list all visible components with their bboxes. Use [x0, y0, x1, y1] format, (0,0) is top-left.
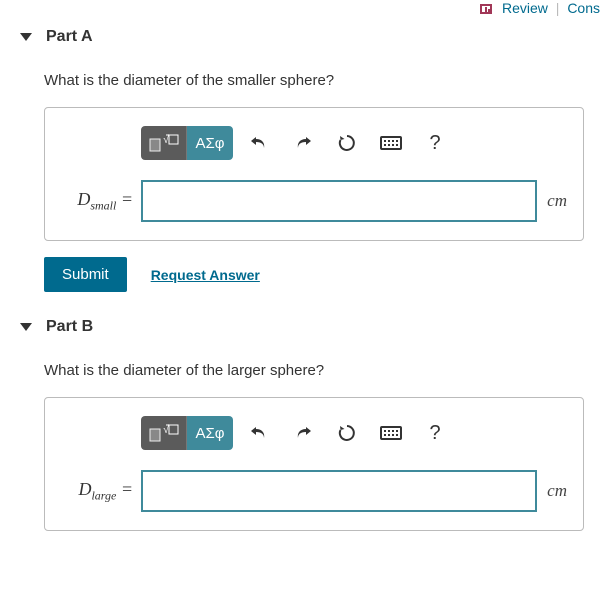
redo-icon — [293, 424, 313, 442]
part-title: Part B — [46, 318, 93, 336]
unit-label: cm — [547, 191, 567, 211]
greek-button[interactable]: ΑΣφ — [187, 126, 233, 160]
part-b-header[interactable]: Part B — [0, 312, 610, 342]
part-b-body: What is the diameter of the larger spher… — [0, 342, 610, 537]
undo-icon — [249, 424, 269, 442]
variable-label: Dlarge = — [61, 479, 133, 504]
part-a-body: What is the diameter of the smaller sphe… — [0, 52, 610, 312]
template-icon: √ — [149, 423, 179, 443]
redo-button[interactable] — [283, 126, 323, 160]
caret-down-icon — [20, 323, 32, 331]
template-button[interactable]: √ — [141, 416, 187, 450]
template-group: √ ΑΣφ — [141, 416, 233, 450]
part-a-header[interactable]: Part A — [0, 22, 610, 52]
answer-box: √ ΑΣφ ? Dsmall = — [44, 107, 584, 241]
reset-button[interactable] — [327, 126, 367, 160]
separator: | — [556, 0, 560, 16]
greek-button[interactable]: ΑΣφ — [187, 416, 233, 450]
keyboard-button[interactable] — [371, 126, 411, 160]
part-title: Part A — [46, 28, 93, 46]
redo-button[interactable] — [283, 416, 323, 450]
unit-label: cm — [547, 481, 567, 501]
actions-row: Submit Request Answer — [44, 257, 610, 292]
top-links: Review | Cons — [0, 0, 610, 22]
reset-icon — [337, 423, 357, 443]
variable-label: Dsmall = — [61, 189, 133, 214]
stats-icon — [480, 4, 492, 14]
question-text: What is the diameter of the larger spher… — [44, 362, 610, 379]
undo-icon — [249, 134, 269, 152]
template-group: √ ΑΣφ — [141, 126, 233, 160]
keyboard-button[interactable] — [371, 416, 411, 450]
answer-box: √ ΑΣφ ? Dlarge = — [44, 397, 584, 531]
submit-button[interactable]: Submit — [44, 257, 127, 292]
template-icon: √ — [149, 133, 179, 153]
help-button[interactable]: ? — [415, 416, 455, 450]
caret-down-icon — [20, 33, 32, 41]
reset-icon — [337, 133, 357, 153]
answer-input[interactable] — [141, 470, 537, 512]
request-answer-link[interactable]: Request Answer — [151, 267, 260, 283]
keyboard-icon — [380, 426, 402, 440]
template-button[interactable]: √ — [141, 126, 187, 160]
keyboard-icon — [380, 136, 402, 150]
answer-input[interactable] — [141, 180, 537, 222]
formula-toolbar: √ ΑΣφ ? — [141, 126, 567, 160]
formula-toolbar: √ ΑΣφ ? — [141, 416, 567, 450]
review-link[interactable]: Review — [502, 0, 548, 16]
input-row: Dlarge = cm — [61, 470, 567, 512]
reset-button[interactable] — [327, 416, 367, 450]
help-button[interactable]: ? — [415, 126, 455, 160]
constants-link[interactable]: Cons — [567, 0, 600, 16]
input-row: Dsmall = cm — [61, 180, 567, 222]
question-text: What is the diameter of the smaller sphe… — [44, 72, 610, 89]
undo-button[interactable] — [239, 416, 279, 450]
redo-icon — [293, 134, 313, 152]
undo-button[interactable] — [239, 126, 279, 160]
